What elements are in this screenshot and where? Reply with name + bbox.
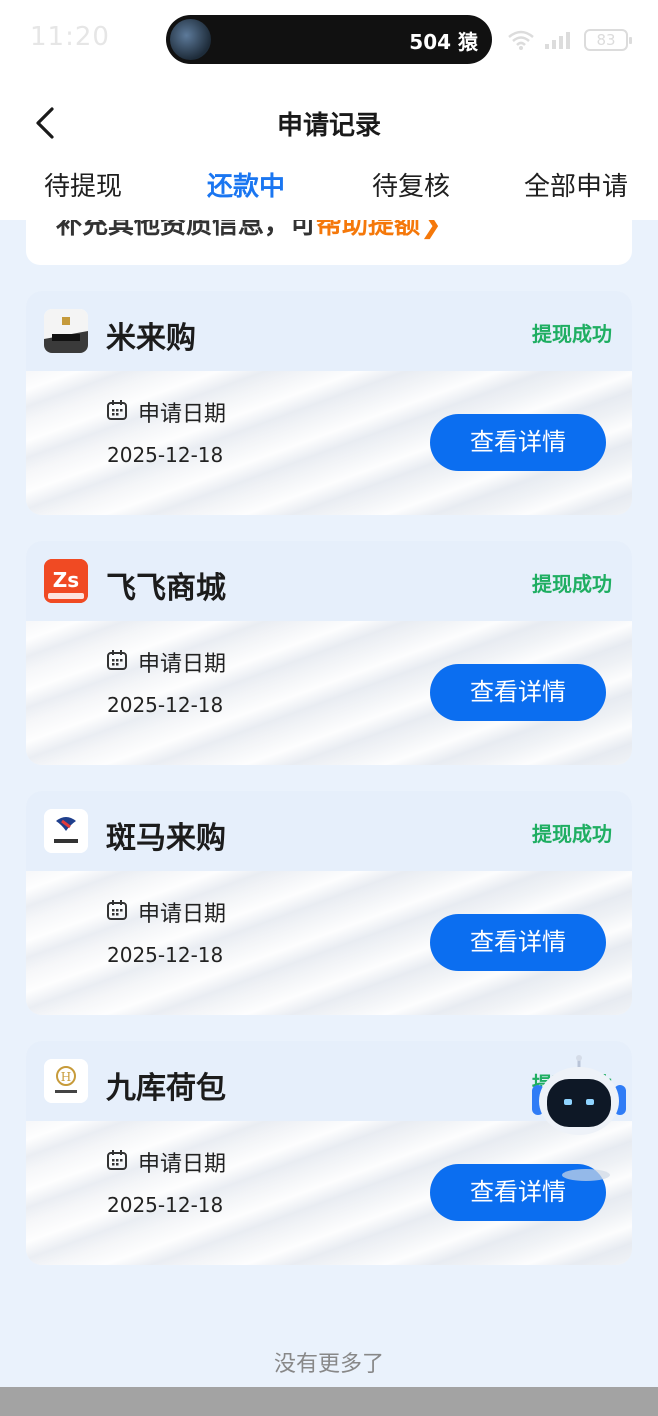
status-bar: 11:20 504 猿 83 (0, 0, 658, 80)
card-body: 申请日期 2025-12-18 查看详情 (26, 871, 632, 1015)
wifi-icon (508, 30, 534, 50)
tab-pending-review[interactable]: 待复核 (372, 166, 450, 203)
dynamic-island[interactable]: 504 猿 (166, 15, 492, 64)
assistant-robot-icon[interactable] (530, 1055, 628, 1185)
record-card: Zs 飞飞商城 提现成功 申请日期 2025-12-18 查看详情 (26, 541, 632, 765)
jiuku-logo-icon: H (44, 1059, 88, 1103)
status-time: 11:20 (30, 22, 110, 52)
svg-text:H: H (61, 1070, 71, 1084)
signal-icon (544, 30, 574, 50)
card-header: 米来购 提现成功 (26, 291, 632, 371)
tab-bar: 待提现 还款中 待复核 全部申请 (0, 160, 658, 210)
media-thumbnail-icon (170, 19, 211, 60)
feifei-logo-icon: Zs (44, 559, 88, 603)
card-header: 斑马来购 提现成功 (26, 791, 632, 871)
header: 11:20 504 猿 83 申请记录 待提现 还款中 待复核 全部申请 (0, 0, 658, 220)
milaigou-logo-icon (44, 309, 88, 353)
card-header: Zs 飞飞商城 提现成功 (26, 541, 632, 621)
home-indicator-bar (0, 1387, 658, 1416)
date-label: 申请日期 (138, 402, 227, 427)
merchant-name: 斑马来购 (106, 821, 226, 856)
banma-logo-icon (44, 809, 88, 853)
status-badge: 提现成功 (532, 822, 612, 846)
record-card: 米来购 提现成功 申请日期 2025-12-18 查看详情 (26, 291, 632, 515)
no-more-text: 没有更多了 (273, 1352, 384, 1377)
calendar-icon (106, 899, 128, 925)
date-value: 2025-12-18 (107, 443, 224, 467)
page-title: 申请记录 (276, 111, 381, 141)
svg-text:Zs: Zs (53, 568, 79, 592)
status-badge: 提现成功 (532, 572, 612, 596)
card-body: 申请日期 2025-12-18 查看详情 (26, 371, 632, 515)
date-value: 2025-12-18 (107, 1193, 224, 1217)
merchant-name: 九库荷包 (106, 1071, 226, 1106)
view-details-button[interactable]: 查看详情 (430, 914, 606, 971)
calendar-icon (106, 649, 128, 675)
battery-icon: 83 (584, 29, 632, 51)
view-details-button[interactable]: 查看详情 (430, 414, 606, 471)
tab-repaying[interactable]: 还款中 (207, 166, 285, 203)
date-label: 申请日期 (138, 902, 227, 927)
date-value: 2025-12-18 (107, 943, 224, 967)
record-card: 斑马来购 提现成功 申请日期 2025-12-18 查看详情 (26, 791, 632, 1015)
date-value: 2025-12-18 (107, 693, 224, 717)
view-details-button[interactable]: 查看详情 (430, 664, 606, 721)
nav-bar: 申请记录 (0, 95, 658, 151)
calendar-icon (106, 399, 128, 425)
tab-all-applications[interactable]: 全部申请 (524, 166, 628, 203)
island-text: 504 猿 (409, 30, 478, 54)
date-label: 申请日期 (138, 652, 227, 677)
merchant-name: 飞飞商城 (106, 571, 226, 606)
card-body: 申请日期 2025-12-18 查看详情 (26, 621, 632, 765)
tab-pending-withdrawal[interactable]: 待提现 (44, 166, 122, 203)
date-label: 申请日期 (138, 1152, 227, 1177)
calendar-icon (106, 1149, 128, 1175)
status-badge: 提现成功 (532, 322, 612, 346)
merchant-name: 米来购 (106, 321, 196, 356)
